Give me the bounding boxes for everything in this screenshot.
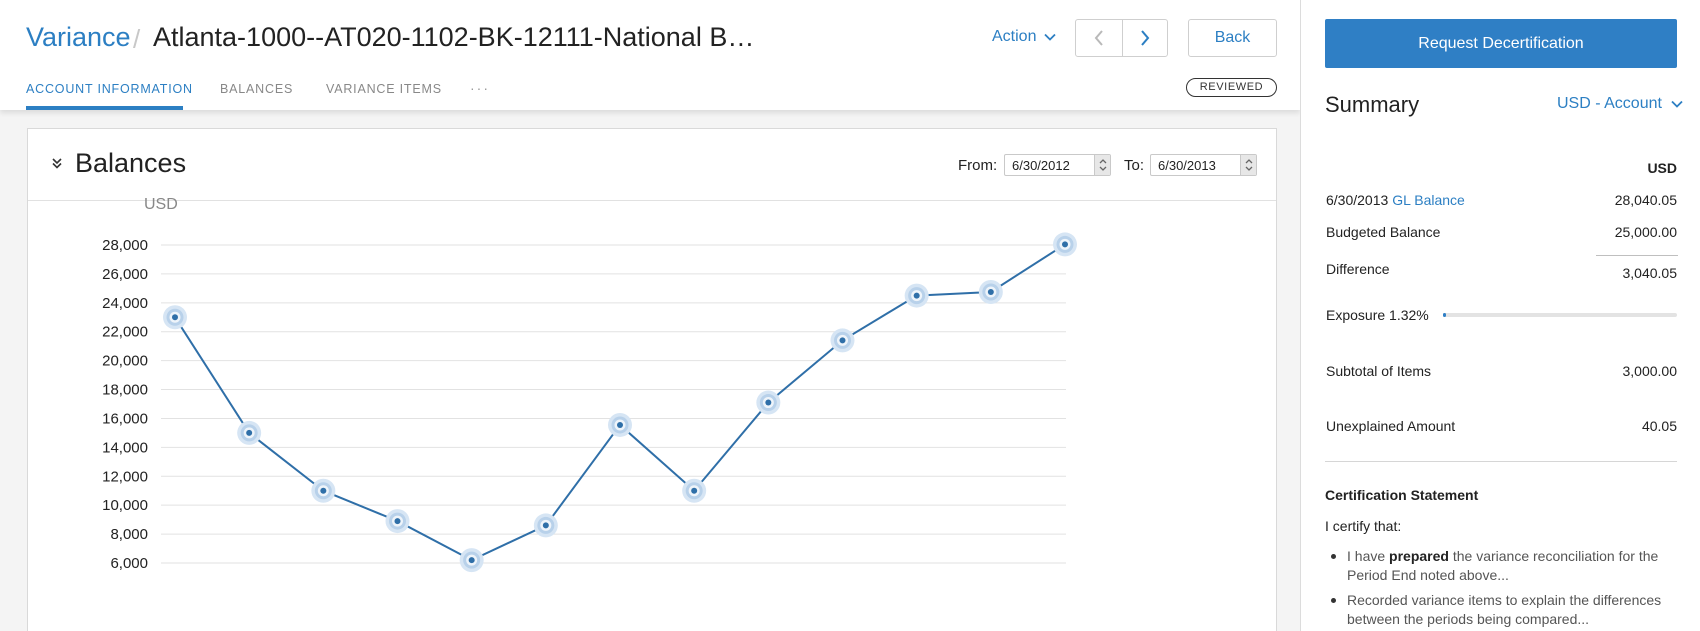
unexplained-value: 40.05 (1641, 418, 1677, 434)
balances-card: Balances From: To: USD28,00026,00024,000… (27, 128, 1277, 631)
chevron-left-icon (1094, 30, 1103, 46)
item-bold-text: prepared (1389, 548, 1449, 564)
data-point (987, 288, 994, 295)
budgeted-balance-label: Budgeted Balance (1326, 224, 1441, 240)
y-tick-label: 18,000 (102, 382, 148, 399)
y-tick-label: 28,000 (102, 237, 148, 254)
record-pager (1075, 19, 1168, 57)
data-point (394, 518, 401, 525)
data-point (913, 292, 920, 299)
budgeted-balance-value: 25,000.00 (1614, 224, 1677, 240)
page-header: Variance / Atlanta-1000--AT020-1102-BK-1… (0, 0, 1300, 110)
exposure-bar-fill (1443, 313, 1447, 317)
data-point (691, 487, 698, 494)
y-tick-label: 20,000 (102, 353, 148, 370)
currency-column-header: USD (1647, 160, 1677, 176)
list-item: I have prepared the variance reconciliat… (1331, 547, 1677, 585)
chevron-right-icon (1140, 30, 1150, 46)
tab-variance-items[interactable]: VARIANCE ITEMS (326, 82, 442, 96)
summary-title: Summary (1325, 92, 1420, 117)
next-button[interactable] (1121, 20, 1168, 56)
chevron-down-icon (1671, 100, 1683, 108)
status-badge: REVIEWED (1186, 78, 1277, 97)
y-tick-label: 6,000 (110, 555, 148, 572)
certification-intro: I certify that: (1325, 518, 1402, 534)
more-tabs-button[interactable]: ··· (470, 80, 490, 96)
exposure-label: Exposure 1.32% (1326, 307, 1429, 323)
y-tick-label: 16,000 (102, 410, 148, 427)
chevron-down-icon (1044, 33, 1057, 41)
balances-line-chart: USD 28,000 26,000 24,000 22,000 20,000 18,000 1… (102, 196, 1077, 573)
back-button[interactable]: Back (1188, 19, 1277, 57)
gl-date: 6/30/2013 (1326, 192, 1389, 208)
item-text: I have (1347, 548, 1390, 564)
request-decertification-button[interactable]: Request Decertification (1325, 19, 1677, 68)
y-axis-unit-label: USD (144, 196, 178, 213)
tab-account-information[interactable]: ACCOUNT INFORMATION (26, 82, 193, 96)
summary-panel: Request Decertification Summary USD - Ac… (1301, 0, 1700, 631)
y-tick-label: 26,000 (102, 266, 148, 283)
data-point (617, 421, 623, 428)
gl-balance-label: 6/30/2013 GL Balance (1326, 192, 1465, 208)
subtotal-value: 3,000.00 (1622, 363, 1678, 379)
difference-label: Difference (1326, 261, 1390, 277)
y-tick-label: 12,000 (102, 468, 148, 485)
y-tick-label: 8,000 (110, 526, 148, 543)
action-dropdown[interactable]: Action (992, 28, 1057, 46)
difference-value: 3,040.05 (1622, 265, 1678, 281)
previous-button[interactable] (1076, 20, 1122, 56)
section-divider (1325, 461, 1677, 462)
page-title: Atlanta-1000--AT020-1102-BK-12111-Nation… (153, 22, 755, 52)
list-item: Recorded variance items to explain the d… (1331, 591, 1677, 629)
y-tick-label: 22,000 (102, 324, 148, 341)
action-label: Action (992, 28, 1037, 45)
gl-balance-link[interactable]: GL Balance (1392, 192, 1465, 208)
data-point (839, 337, 846, 344)
breadcrumb-variance[interactable]: Variance (26, 22, 131, 53)
y-tick-label: 24,000 (102, 295, 148, 312)
data-point (468, 557, 475, 564)
data-point (1062, 241, 1068, 248)
data-point (172, 314, 178, 321)
y-tick-label: 14,000 (102, 439, 148, 456)
data-point (246, 429, 253, 436)
series-line (174, 243, 1066, 562)
active-tab-indicator (26, 106, 183, 110)
y-tick-label: 10,000 (102, 497, 148, 514)
gl-balance-value: 28,040.05 (1614, 192, 1677, 208)
main-area: Variance / Atlanta-1000--AT020-1102-BK-1… (0, 0, 1300, 631)
currency-dropdown[interactable]: USD - Account (1557, 95, 1683, 113)
currency-label: USD - Account (1557, 95, 1662, 112)
data-point (542, 522, 549, 529)
certification-list: I have prepared the variance reconciliat… (1331, 547, 1677, 631)
data-point (765, 399, 772, 406)
certification-title: Certification Statement (1325, 487, 1479, 503)
sum-divider (1596, 255, 1678, 256)
tab-balances[interactable]: BALANCES (220, 82, 293, 96)
subtotal-label: Subtotal of Items (1326, 363, 1432, 379)
data-point (320, 487, 327, 494)
breadcrumb-separator: / (133, 24, 141, 54)
exposure-bar (1443, 313, 1677, 317)
unexplained-label: Unexplained Amount (1326, 418, 1456, 434)
